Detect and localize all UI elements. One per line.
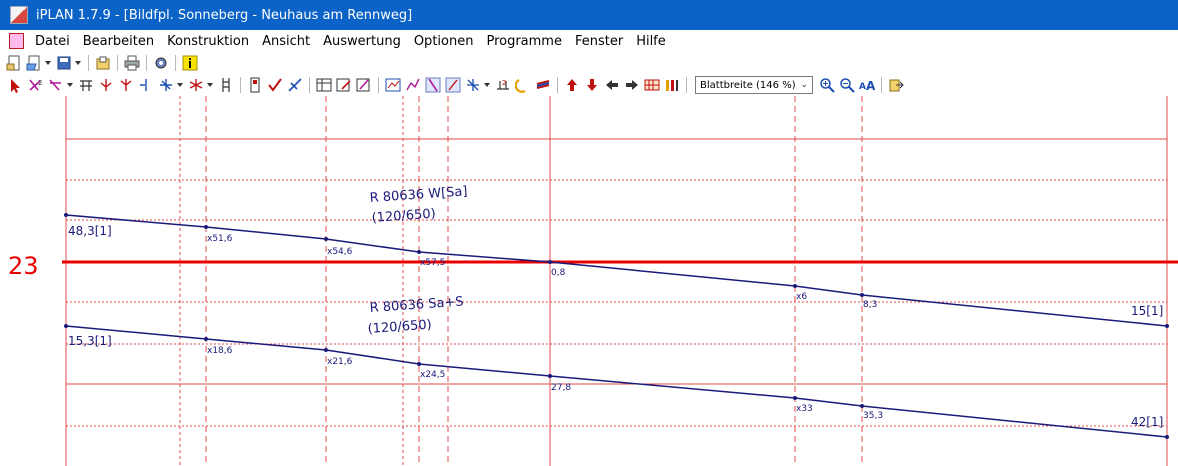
file-toolbar (0, 52, 1178, 74)
svg-text:A: A (859, 82, 866, 92)
chevron-down-icon[interactable] (177, 83, 183, 87)
train-path-line[interactable] (65, 325, 1168, 438)
crossing-icon[interactable] (78, 77, 94, 93)
train-start-label: 15,3[1] (68, 334, 112, 348)
fork-right-icon[interactable] (118, 77, 134, 93)
signal-icon[interactable] (247, 77, 263, 93)
chevron-down-icon[interactable] (45, 61, 51, 65)
timetable-canvas[interactable]: 23 R 80636 W[Sa] (120/650) 48,3[1] 15[1]… (0, 96, 1178, 466)
multi-branch-icon[interactable] (188, 77, 204, 93)
branch-double-icon[interactable] (158, 77, 174, 93)
arrow-down-icon[interactable] (584, 77, 600, 93)
arrow-up-icon[interactable] (564, 77, 580, 93)
train-path-2-icon[interactable]: 2 (28, 77, 44, 93)
construction-toolbar: 2 2 Blattbreite (146 %) ⌄ AA (0, 74, 1178, 96)
curve-icon[interactable] (514, 77, 531, 93)
menu-datei[interactable]: Datei (30, 34, 78, 49)
train-end-label: 42[1] (1131, 415, 1163, 429)
menu-optionen[interactable]: Optionen (409, 34, 482, 49)
percent-path-icon[interactable] (445, 77, 461, 93)
track-icon[interactable] (218, 77, 234, 93)
train-path-2[interactable]: R 80636 Sa+S (120/650) 15,3[1] 42[1] x18… (64, 294, 1169, 439)
stop-markers (64, 213, 1169, 328)
chevron-down-icon[interactable] (207, 83, 213, 87)
layers-icon[interactable] (535, 77, 551, 93)
window-title: iPLAN 1.7.9 - [Bildfpl. Sonneberg - Neuh… (36, 7, 413, 23)
document-icon[interactable] (9, 33, 24, 49)
path-highlight-icon[interactable] (425, 77, 441, 93)
menu-bar: Datei Bearbeiten Konstruktion Ansicht Au… (0, 30, 1178, 52)
save-icon[interactable] (56, 55, 72, 71)
train-path-line[interactable] (65, 214, 1168, 327)
grid-lines (65, 96, 1168, 466)
station-icon[interactable]: 2 (495, 77, 511, 93)
font-size-icon[interactable]: AA (859, 77, 876, 93)
stop-label: x24,5 (420, 370, 445, 380)
chevron-down-icon[interactable] (67, 83, 73, 87)
fork-icon[interactable] (98, 77, 114, 93)
train-name: R 80636 Sa+S (369, 294, 464, 316)
menu-auswertung[interactable]: Auswertung (318, 34, 409, 49)
table-icon[interactable] (316, 77, 332, 93)
edit-table-icon[interactable] (336, 77, 352, 93)
arrow-left-icon[interactable] (604, 77, 620, 93)
branch-icon[interactable] (138, 77, 154, 93)
menu-ansicht[interactable]: Ansicht (257, 34, 318, 49)
chart-view-icon[interactable] (385, 77, 401, 93)
title-bar: iPLAN 1.7.9 - [Bildfpl. Sonneberg - Neuh… (0, 0, 1178, 30)
stop-label: x51,6 (207, 234, 233, 244)
import-icon[interactable] (95, 55, 111, 71)
train-end-label: 15[1] (1131, 304, 1163, 318)
new-document-icon[interactable] (6, 55, 22, 71)
arrow-right-icon[interactable] (624, 77, 640, 93)
chevron-down-icon[interactable] (484, 83, 490, 87)
line-edit-icon[interactable] (287, 77, 303, 93)
iplan-app-icon (10, 6, 28, 24)
check-icon[interactable] (267, 77, 283, 93)
stop-label: 8,3 (863, 300, 877, 310)
svg-text:A: A (866, 79, 875, 93)
star-path-icon[interactable] (465, 77, 481, 93)
bars-icon[interactable] (664, 77, 680, 93)
stop-label: 35,3 (863, 411, 883, 421)
train-name: R 80636 W[Sa] (369, 184, 468, 206)
timetable-graph[interactable]: 23 R 80636 W[Sa] (120/650) 48,3[1] 15[1]… (0, 96, 1178, 466)
timetable-grid-icon[interactable] (644, 77, 660, 93)
train-path-1[interactable]: R 80636 W[Sa] (120/650) 48,3[1] 15[1] x5… (64, 184, 1169, 328)
chevron-down-icon[interactable] (75, 61, 81, 65)
train-subtitle: (120/650) (367, 318, 432, 337)
menu-programme[interactable]: Programme (481, 34, 570, 49)
open-document-icon[interactable] (26, 55, 42, 71)
stop-label: 27,8 (551, 383, 571, 393)
menu-konstruktion[interactable]: Konstruktion (162, 34, 257, 49)
stop-label: x54,6 (327, 247, 353, 257)
zoom-out-icon[interactable] (839, 77, 855, 93)
graph-icon[interactable] (405, 77, 421, 93)
menu-fenster[interactable]: Fenster (570, 34, 631, 49)
print-icon[interactable] (124, 55, 140, 71)
menu-hilfe[interactable]: Hilfe (631, 34, 674, 49)
menu-bearbeiten[interactable]: Bearbeiten (78, 34, 162, 49)
zoom-in-icon[interactable] (819, 77, 835, 93)
stop-label: x6 (796, 292, 807, 302)
gear-icon[interactable] (153, 55, 169, 71)
svg-text:2: 2 (502, 79, 506, 87)
stop-label: x18,6 (207, 346, 233, 356)
export-icon[interactable] (888, 77, 904, 93)
train-path-icon[interactable] (48, 77, 64, 93)
svg-text:2: 2 (38, 79, 42, 87)
train-subtitle: (120/650) (371, 207, 436, 226)
zoom-value: Blattbreite (146 %) (700, 79, 796, 91)
stop-label: 0,8 (551, 268, 566, 278)
chevron-down-icon: ⌄ (800, 80, 808, 90)
hour-label: 23 (8, 252, 39, 280)
stop-label: x33 (796, 404, 813, 414)
stop-label: x21,6 (327, 357, 353, 367)
edit-path-icon[interactable] (356, 77, 372, 93)
select-arrow-icon[interactable] (8, 77, 24, 93)
zoom-select[interactable]: Blattbreite (146 %) ⌄ (695, 76, 813, 94)
train-start-label: 48,3[1] (68, 224, 112, 238)
info-icon[interactable] (182, 55, 198, 71)
stop-label: x57,5 (420, 258, 445, 268)
